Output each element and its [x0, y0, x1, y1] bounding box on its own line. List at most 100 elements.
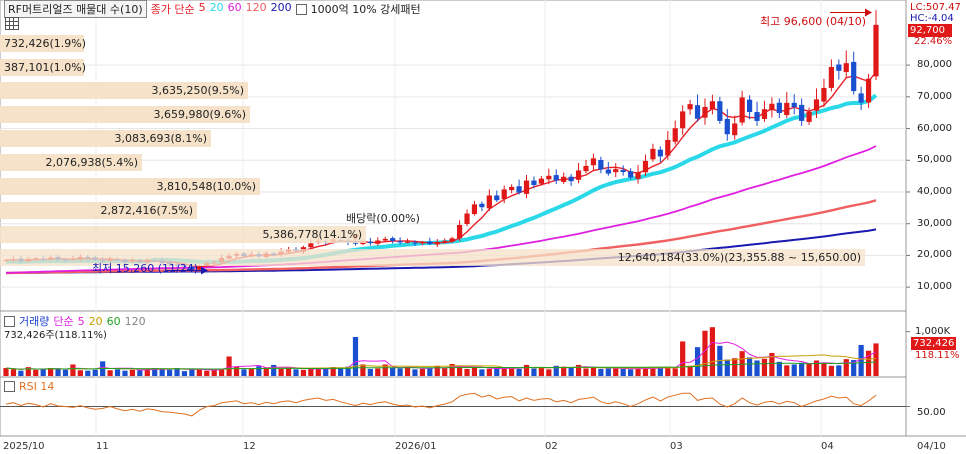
volume-bar	[204, 370, 210, 376]
candle-body	[382, 238, 388, 241]
rsi-line	[5, 392, 877, 417]
x-axis-label: 04	[821, 441, 834, 452]
volume-bar	[293, 369, 299, 376]
candle-body	[568, 176, 574, 182]
candle-body	[464, 213, 470, 225]
candle-body	[724, 118, 730, 135]
volume-bar	[784, 365, 790, 376]
volume-bar	[323, 368, 329, 376]
volume-bar	[33, 369, 39, 376]
volume-bar	[590, 367, 597, 376]
volume-bar	[419, 368, 426, 376]
candle-body	[672, 128, 678, 142]
volume-ma-120: 120	[124, 314, 146, 328]
volume-bar	[776, 361, 782, 376]
candle-body	[665, 139, 671, 156]
ma-period-20: 20	[209, 1, 224, 14]
candle-body	[434, 242, 440, 245]
candle-body	[821, 87, 827, 102]
candle-body	[650, 148, 656, 160]
volume-bar	[137, 370, 143, 376]
candle-body	[843, 63, 849, 73]
candle-body	[680, 111, 686, 129]
volume-bar	[241, 369, 247, 376]
volume-profile-bar: 3,083,693(8.1%)	[0, 130, 211, 147]
candle-body	[754, 112, 760, 121]
candle-body	[449, 238, 455, 242]
volume-bar	[159, 369, 165, 376]
volume-bar	[672, 368, 678, 376]
volume-bar	[271, 364, 277, 376]
volume-bar	[754, 360, 760, 376]
volume-bar	[412, 369, 418, 376]
candle-body	[865, 78, 872, 103]
volume-checkbox[interactable]	[4, 315, 15, 327]
volume-bar	[665, 368, 671, 376]
volume-bar	[583, 368, 589, 376]
volume-bar	[694, 347, 701, 376]
pattern-checkbox[interactable]	[295, 3, 307, 15]
volume-bar	[635, 368, 641, 376]
candle-body	[397, 241, 403, 243]
volume-bar	[843, 359, 849, 376]
volume-bar	[479, 369, 485, 376]
ma-period-120: 120	[245, 1, 267, 14]
volume-profile-bar: 5,386,778(14.1%)	[0, 226, 366, 243]
candle-body	[419, 242, 426, 244]
x-axis-label: 02	[545, 441, 558, 452]
stock-name-box[interactable]: RF머트리얼즈 매물대 수(10)	[4, 0, 147, 18]
volume-ratio-label: 118.11%	[915, 350, 960, 361]
candle-body	[776, 102, 782, 113]
rsi-title: RSI 14	[19, 380, 55, 393]
dividend-annotation: 배당락(0.00%)	[346, 212, 420, 225]
volume-bar	[605, 368, 611, 376]
volume-bar	[642, 368, 649, 376]
volume-bar	[226, 356, 232, 376]
volume-bar	[531, 368, 537, 376]
volume-bar	[516, 368, 522, 376]
candle-body	[605, 169, 611, 174]
candle-body	[509, 186, 515, 191]
candle-body	[531, 180, 537, 185]
volume-profile-bar: 3,810,548(10.0%)	[0, 178, 260, 195]
volume-bar	[62, 369, 69, 376]
x-axis-label: 2026/01	[395, 441, 437, 452]
volume-profile-bar: 2,872,416(7.5%)	[0, 202, 197, 219]
price-tick-label: 60,000	[917, 122, 952, 134]
price-tick-label: 40,000	[917, 185, 952, 197]
grid-settings-icon[interactable]	[5, 17, 19, 30]
volume-bar	[620, 368, 626, 376]
volume-bar	[278, 368, 284, 376]
candle-body	[553, 175, 559, 181]
volume-bar	[836, 365, 842, 376]
candle-body	[583, 165, 589, 172]
volume-bar	[375, 368, 381, 376]
volume-bar	[471, 367, 478, 376]
ma-period-60: 60	[227, 1, 242, 14]
volume-bar	[85, 370, 91, 376]
volume-bar	[397, 368, 403, 376]
x-axis-label: 2025/10	[3, 441, 45, 452]
ma-period-200: 200	[270, 1, 292, 14]
volume-bar	[390, 368, 396, 376]
price-ma-legend[interactable]: 종가 단순 5 20 60 120 200	[151, 1, 292, 17]
volume-bar	[129, 369, 136, 376]
candle-body	[486, 195, 492, 209]
volume-bar	[10, 369, 17, 376]
volume-bar	[181, 371, 188, 376]
candle-body	[546, 175, 552, 180]
volume-bar	[761, 358, 768, 376]
candle-body	[806, 111, 812, 122]
volume-profile-bar: 3,635,250(9.5%)	[0, 82, 248, 99]
price-tick-label: 20,000	[917, 249, 952, 261]
volume-bar	[628, 369, 634, 376]
volume-bar	[799, 362, 805, 376]
candle-body	[851, 61, 857, 92]
candle-body	[427, 241, 433, 244]
volume-bar	[285, 368, 292, 376]
volume-bar	[791, 364, 797, 376]
volume-bar	[196, 369, 202, 376]
volume-bar	[40, 368, 46, 376]
volume-bar	[494, 368, 500, 376]
rsi-checkbox[interactable]	[4, 381, 15, 392]
